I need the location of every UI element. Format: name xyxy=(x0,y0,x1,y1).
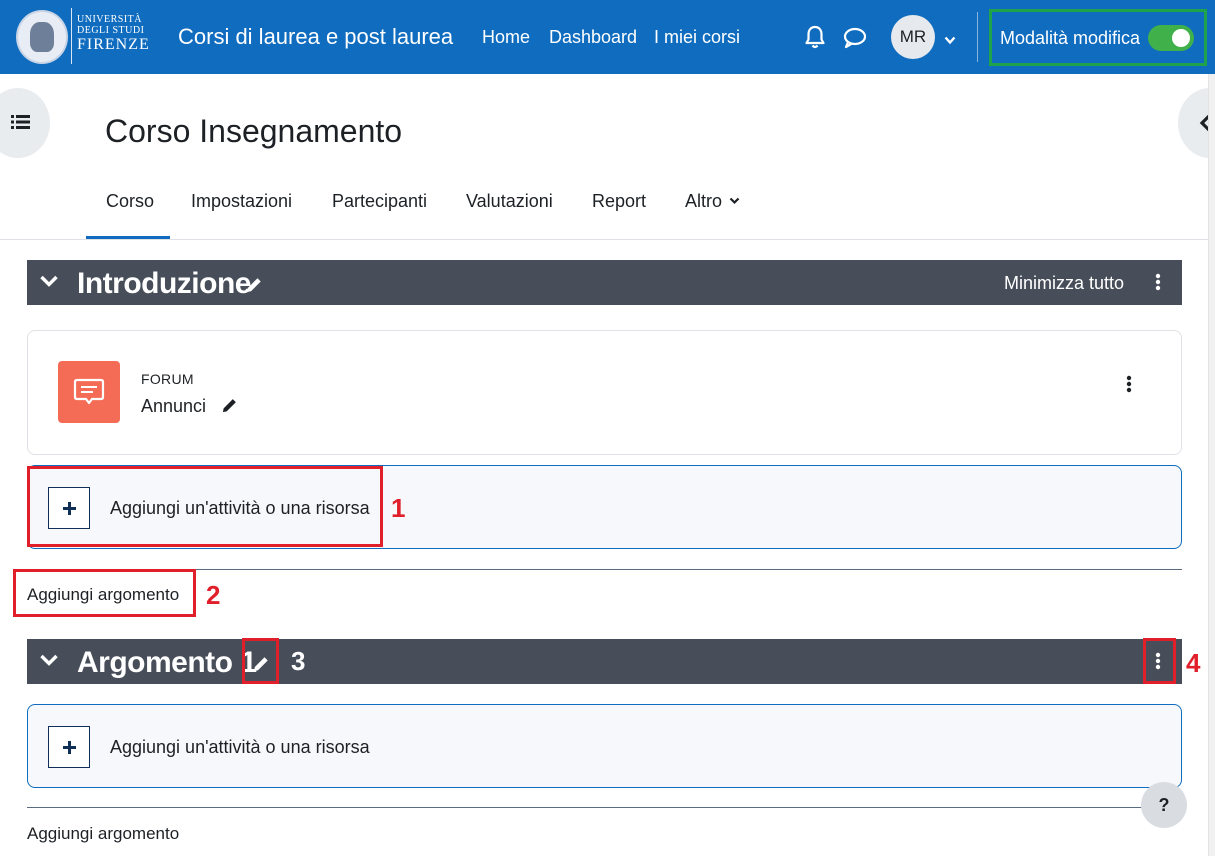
pencil-icon[interactable] xyxy=(221,398,238,418)
help-button[interactable]: ? xyxy=(1141,782,1187,828)
tab-more[interactable]: Altro xyxy=(685,189,740,212)
edit-mode-highlight: Modalità modifica xyxy=(989,9,1207,66)
collapse-all-link[interactable]: Minimizza tutto xyxy=(1004,273,1124,294)
list-icon xyxy=(11,114,31,135)
section-divider xyxy=(27,569,1182,570)
course-index-drawer-button[interactable] xyxy=(0,88,50,158)
tab-reports[interactable]: Report xyxy=(592,191,646,212)
add-activity-button[interactable]: Aggiungi un'attività o una risorsa xyxy=(27,704,1182,788)
tab-participants[interactable]: Partecipanti xyxy=(332,191,427,212)
bell-icon[interactable] xyxy=(804,25,826,54)
forum-icon[interactable] xyxy=(58,361,120,423)
edit-mode-toggle[interactable] xyxy=(1148,25,1194,51)
page-title: Corso Insegnamento xyxy=(105,113,403,149)
scrollbar[interactable] xyxy=(1208,74,1215,856)
plus-icon xyxy=(48,726,90,768)
chevron-down-icon[interactable] xyxy=(944,32,956,50)
section-title[interactable]: Introduzione xyxy=(77,267,251,301)
annotation-number-4: 4 xyxy=(1186,648,1201,678)
annotation-number-3: 3 xyxy=(291,646,306,676)
nav-link-my-courses[interactable]: I miei corsi xyxy=(654,27,740,48)
annotation-box-4 xyxy=(1143,638,1176,684)
university-seal-icon xyxy=(16,10,68,64)
tab-course[interactable]: Corso xyxy=(106,191,154,212)
university-logo[interactable]: UNIVERSITÀ DEGLI STUDI FIRENZE xyxy=(16,8,149,66)
section-title[interactable]: Argomento 1 xyxy=(77,646,257,680)
tab-grades[interactable]: Valutazioni xyxy=(466,191,553,212)
pencil-icon[interactable] xyxy=(245,276,263,299)
navbar-divider xyxy=(977,12,978,62)
site-name[interactable]: Corsi di laurea e post laurea xyxy=(178,24,453,50)
chevron-down-icon[interactable] xyxy=(39,652,59,673)
logo-line-2: DEGLI STUDI xyxy=(77,25,145,36)
add-activity-label: Aggiungi un'attività o una risorsa xyxy=(110,737,370,757)
annotation-box-1 xyxy=(27,466,383,547)
activity-name-link[interactable]: Annunci xyxy=(141,395,238,417)
kebab-menu-icon[interactable] xyxy=(1126,375,1132,398)
section-header-introduction: Introduzione Minimizza tutto xyxy=(27,260,1182,305)
annotation-number-1: 1 xyxy=(391,493,406,523)
chevron-down-icon xyxy=(729,189,740,209)
section-header-topic-1: Argomento 1 xyxy=(27,639,1182,684)
top-navbar: UNIVERSITÀ DEGLI STUDI FIRENZE Corsi di … xyxy=(0,0,1215,74)
logo-divider xyxy=(71,8,72,64)
logo-line-3: FIRENZE xyxy=(77,36,150,53)
edit-mode-label: Modalità modifica xyxy=(1000,28,1141,48)
message-icon[interactable] xyxy=(843,27,867,54)
logo-line-1: UNIVERSITÀ xyxy=(77,14,142,25)
tab-settings[interactable]: Impostazioni xyxy=(191,191,292,212)
add-topic-link[interactable]: Aggiungi argomento xyxy=(27,824,179,844)
annotation-number-2: 2 xyxy=(206,580,221,610)
logo-text: UNIVERSITÀ DEGLI STUDI FIRENZE xyxy=(77,14,150,54)
tabs-divider xyxy=(0,239,1208,240)
nav-link-home[interactable]: Home xyxy=(482,27,530,48)
kebab-menu-icon[interactable] xyxy=(1155,273,1161,296)
activity-card-forum: FORUM Annunci xyxy=(27,330,1182,455)
tab-more-label: Altro xyxy=(685,191,723,211)
annotation-box-2 xyxy=(13,569,196,617)
activity-name[interactable]: Annunci xyxy=(141,396,206,416)
user-avatar[interactable]: MR xyxy=(891,15,935,59)
activity-type-label: FORUM xyxy=(141,371,194,387)
section-divider xyxy=(27,807,1182,808)
nav-link-dashboard[interactable]: Dashboard xyxy=(549,27,637,48)
annotation-box-3 xyxy=(242,638,279,684)
chevron-down-icon[interactable] xyxy=(39,273,59,294)
